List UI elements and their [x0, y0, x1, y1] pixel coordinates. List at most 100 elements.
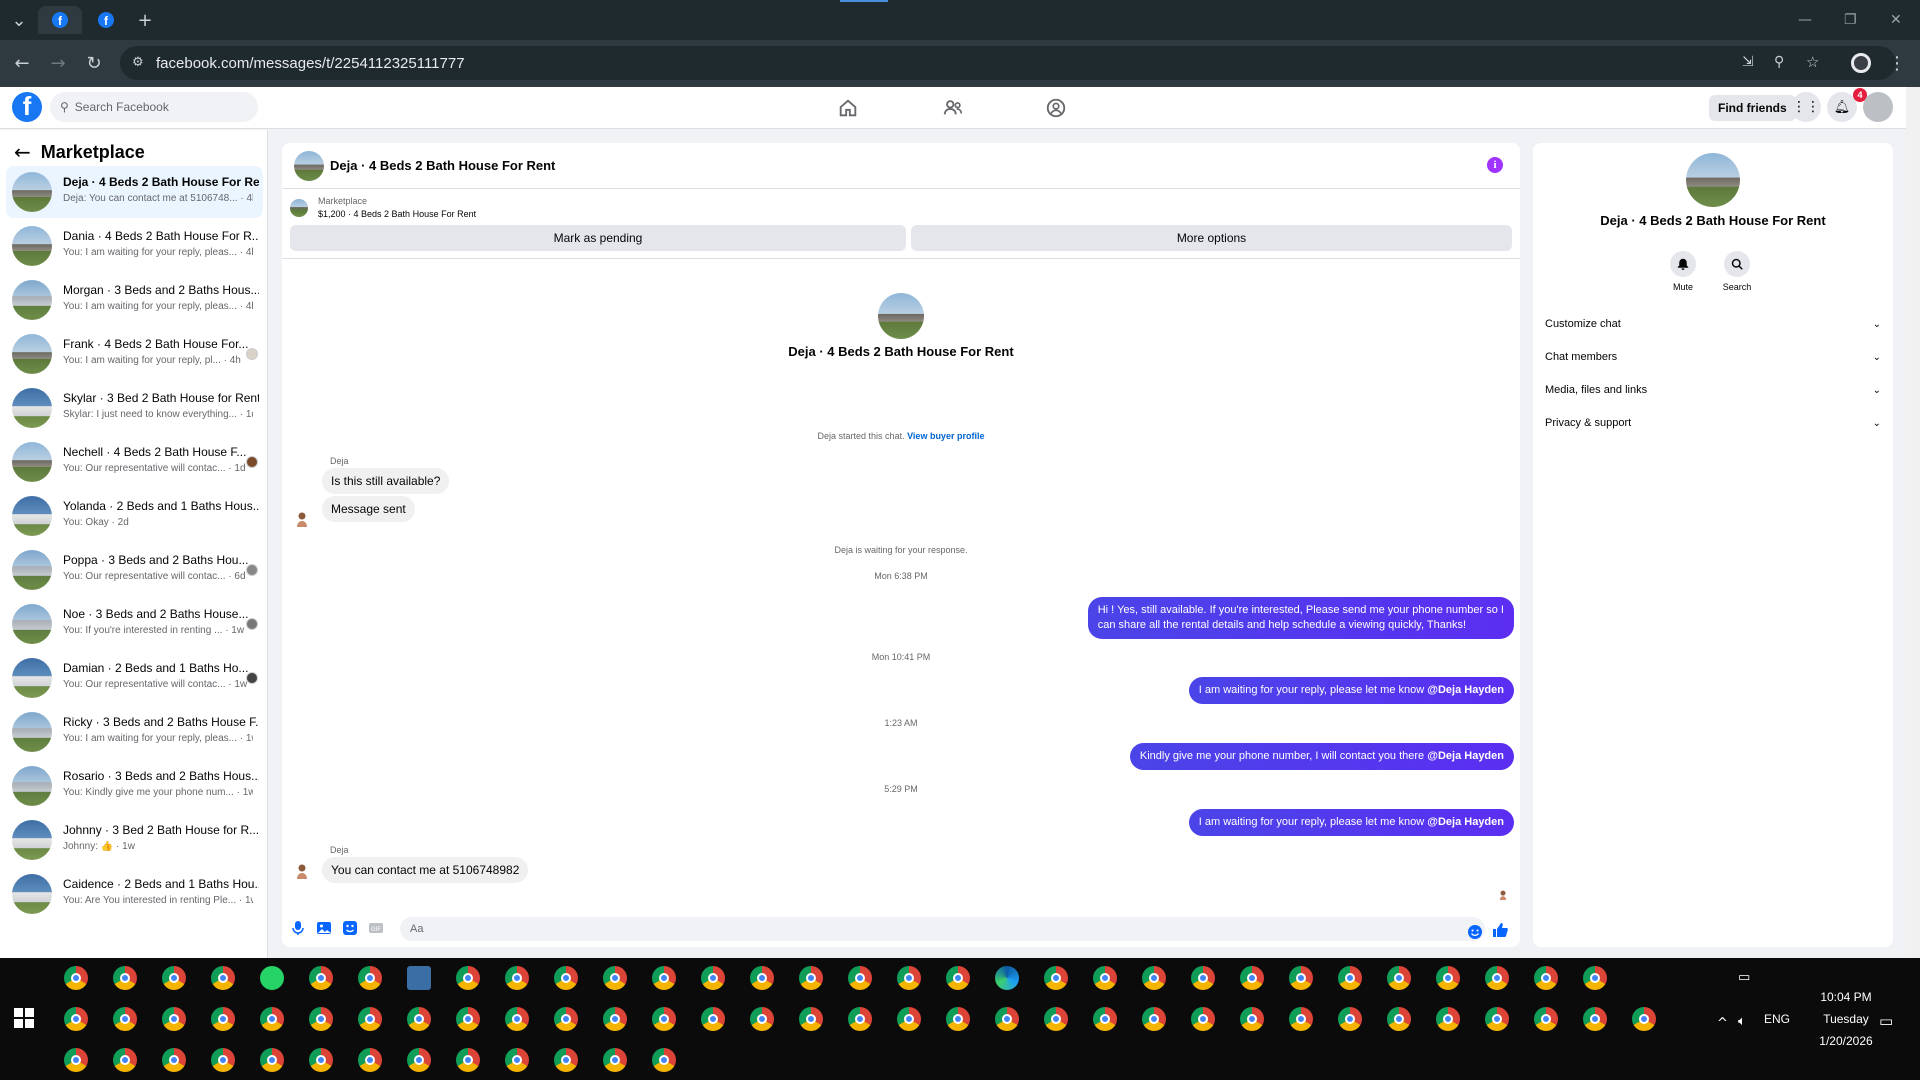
chrome-icon[interactable]: [701, 966, 725, 990]
chrome-icon[interactable]: [554, 1048, 578, 1072]
chrome-icon[interactable]: [407, 1007, 431, 1031]
details-profile-picture[interactable]: [1686, 153, 1740, 207]
conversation-item[interactable]: Skylar · 3 Bed 2 Bath House for Rent Sky…: [6, 382, 263, 434]
chrome-icon[interactable]: [64, 966, 88, 990]
chrome-icon[interactable]: [848, 966, 872, 990]
search-input[interactable]: ⚲ Search Facebook: [50, 92, 258, 122]
restore-icon[interactable]: ❐: [1844, 12, 1857, 28]
conversation-item[interactable]: Damian · 2 Beds and 1 Baths Ho... You: O…: [6, 652, 263, 704]
chrome-icon[interactable]: [897, 1007, 921, 1031]
clock-day[interactable]: Tuesday: [1806, 1012, 1886, 1026]
chrome-icon[interactable]: [554, 966, 578, 990]
outgoing-message[interactable]: Hi ! Yes, still available. If you're int…: [1087, 597, 1514, 639]
groups-icon[interactable]: [1045, 97, 1067, 119]
chrome-icon[interactable]: [1240, 1007, 1264, 1031]
browser-menu-icon[interactable]: ⋮: [1886, 52, 1908, 74]
conversation-item[interactable]: Dania · 4 Beds 2 Bath House For R... You…: [6, 220, 263, 272]
chrome-icon[interactable]: [1534, 966, 1558, 990]
chrome-icon[interactable]: [1191, 966, 1215, 990]
chrome-icon[interactable]: [1583, 1007, 1607, 1031]
chrome-icon[interactable]: [358, 1007, 382, 1031]
chat-avatar[interactable]: [294, 151, 324, 181]
view-buyer-profile-link[interactable]: View buyer profile: [907, 431, 984, 441]
chrome-icon[interactable]: [1044, 1007, 1068, 1031]
chrome-icon[interactable]: [1485, 966, 1509, 990]
chat-title[interactable]: Deja · 4 Beds 2 Bath House For Rent: [330, 158, 555, 173]
display-icon[interactable]: ▭: [1738, 970, 1750, 985]
chrome-icon[interactable]: [309, 1048, 333, 1072]
close-window-icon[interactable]: ✕: [1890, 12, 1902, 28]
chrome-icon[interactable]: [1387, 966, 1411, 990]
chrome-icon[interactable]: [848, 1007, 872, 1031]
listing-thumbnail[interactable]: [290, 199, 308, 217]
chrome-icon[interactable]: [260, 1048, 284, 1072]
photo-icon[interactable]: [316, 920, 332, 936]
chrome-icon[interactable]: [750, 1007, 774, 1031]
chrome-icon[interactable]: [1436, 966, 1460, 990]
chrome-icon[interactable]: [946, 966, 970, 990]
chrome-icon[interactable]: [1289, 966, 1313, 990]
chrome-icon[interactable]: [162, 1048, 186, 1072]
chrome-icon[interactable]: [652, 966, 676, 990]
chrome-icon[interactable]: [456, 1007, 480, 1031]
conversation-item[interactable]: Johnny · 3 Bed 2 Bath House for R... Joh…: [6, 814, 263, 866]
media-files-item[interactable]: Media, files and links ⌄: [1545, 380, 1881, 400]
conversation-item[interactable]: Poppa · 3 Beds and 2 Baths Hou... You: O…: [6, 544, 263, 596]
chrome-icon[interactable]: [946, 1007, 970, 1031]
chrome-icon[interactable]: [260, 1007, 284, 1031]
chrome-icon[interactable]: [309, 1007, 333, 1031]
customize-chat-item[interactable]: Customize chat ⌄: [1545, 314, 1881, 334]
browser-tab[interactable]: f: [84, 6, 128, 34]
menu-grid-button[interactable]: ⋮⋮: [1791, 92, 1821, 122]
chrome-icon[interactable]: [358, 966, 382, 990]
chrome-icon[interactable]: [1485, 1007, 1509, 1031]
chrome-icon[interactable]: [1093, 966, 1117, 990]
outgoing-message[interactable]: I am waiting for your reply, please let …: [1188, 809, 1514, 836]
chrome-icon[interactable]: [652, 1048, 676, 1072]
chrome-icon[interactable]: [554, 1007, 578, 1031]
minimize-icon[interactable]: —: [1798, 12, 1812, 28]
notification-center-icon[interactable]: ▭: [1879, 1012, 1893, 1030]
incoming-message[interactable]: Is this still available?: [322, 468, 450, 494]
mute-button[interactable]: Mute: [1663, 251, 1703, 292]
zoom-icon[interactable]: ⚲: [1774, 54, 1784, 70]
chrome-icon[interactable]: [1240, 966, 1264, 990]
account-avatar[interactable]: [1863, 92, 1893, 122]
forward-icon[interactable]: →: [47, 52, 69, 74]
bookmark-star-icon[interactable]: ☆: [1806, 53, 1819, 71]
tab-list-icon[interactable]: ⌄: [8, 9, 30, 31]
outgoing-message[interactable]: Kindly give me your phone number, I will…: [1129, 743, 1514, 770]
incoming-message[interactable]: You can contact me at 5106748982: [322, 857, 529, 883]
chrome-icon[interactable]: [211, 1007, 235, 1031]
message-input[interactable]: Aa: [400, 917, 1485, 941]
chrome-icon[interactable]: [309, 966, 333, 990]
chrome-icon[interactable]: [456, 1048, 480, 1072]
chrome-icon[interactable]: [113, 966, 137, 990]
chrome-icon[interactable]: [358, 1048, 382, 1072]
home-icon[interactable]: [837, 97, 859, 119]
browser-tab-active[interactable]: f: [38, 6, 82, 34]
chrome-icon[interactable]: [1436, 1007, 1460, 1031]
like-icon[interactable]: [1492, 922, 1508, 938]
site-info-icon[interactable]: ⚙: [132, 55, 144, 70]
mark-pending-button[interactable]: Mark as pending: [290, 225, 906, 251]
chrome-icon[interactable]: [1387, 1007, 1411, 1031]
profile-icon[interactable]: [1851, 53, 1871, 73]
language-indicator[interactable]: ENG: [1764, 1012, 1790, 1026]
outgoing-message[interactable]: I am waiting for your reply, please let …: [1188, 677, 1514, 704]
chrome-icon[interactable]: [652, 1007, 676, 1031]
chrome-icon[interactable]: [1044, 966, 1068, 990]
chrome-icon[interactable]: [897, 966, 921, 990]
listing-info[interactable]: $1,200 · 4 Beds 2 Bath House For Rent: [318, 209, 476, 219]
chrome-icon[interactable]: [750, 966, 774, 990]
chrome-icon[interactable]: [211, 966, 235, 990]
chrome-icon[interactable]: [799, 966, 823, 990]
chrome-icon[interactable]: [603, 966, 627, 990]
microphone-icon[interactable]: [290, 920, 306, 936]
profile-picture[interactable]: [878, 293, 924, 339]
chrome-icon[interactable]: [211, 1048, 235, 1072]
chrome-icon[interactable]: [1191, 1007, 1215, 1031]
chrome-icon[interactable]: [799, 1007, 823, 1031]
mention[interactable]: @Deja Hayden: [1427, 750, 1504, 762]
more-options-button[interactable]: More options: [911, 225, 1512, 251]
